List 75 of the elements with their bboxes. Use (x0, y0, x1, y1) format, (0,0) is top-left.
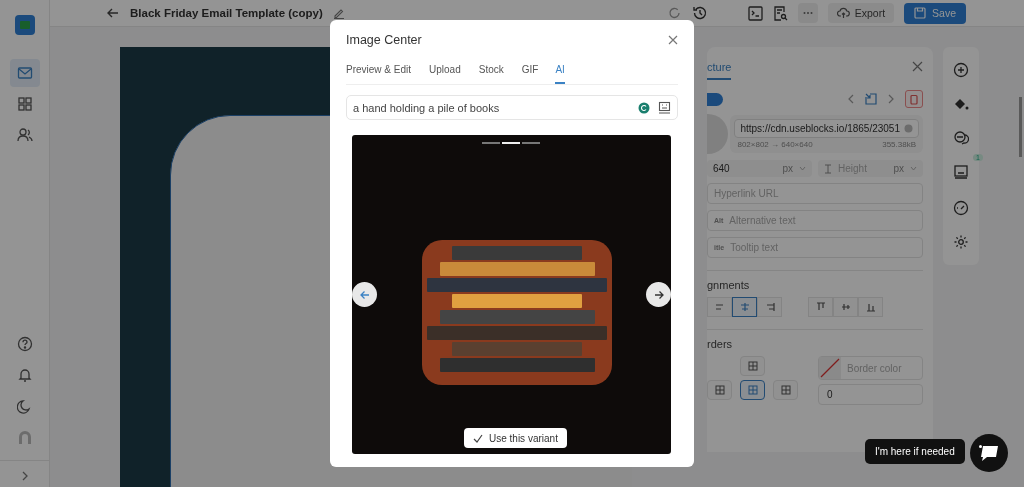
more-icon (802, 11, 813, 15)
cloud-upload-icon (836, 7, 850, 19)
dialog-tab[interactable]: Stock (478, 62, 512, 84)
app-logo-icon[interactable] (14, 15, 35, 35)
replace-image-icon[interactable] (865, 93, 877, 105)
align-button[interactable] (732, 297, 757, 317)
back-arrow-icon[interactable] (106, 6, 120, 20)
grammar-assistant-icon[interactable] (638, 101, 650, 114)
history-icon[interactable] (691, 5, 708, 21)
grid-icon (714, 385, 725, 395)
close-icon[interactable] (668, 35, 678, 45)
dropdown-chevron-icon[interactable] (799, 166, 806, 171)
export-button[interactable]: Export (827, 3, 895, 23)
grid-icon (747, 361, 758, 371)
prompt-field[interactable]: a hand holding a pile of books (346, 95, 678, 120)
check-icon (473, 433, 483, 443)
no-color-swatch-icon (819, 357, 841, 379)
dialog-tab[interactable]: GIF (521, 62, 547, 84)
chat-button[interactable] (970, 434, 1008, 472)
dialog-tab[interactable]: AI (555, 62, 565, 84)
arrow-left-icon (358, 288, 371, 301)
gauge-icon[interactable] (953, 200, 969, 216)
chevron-left-icon[interactable] (847, 94, 855, 104)
vertical-align-button[interactable] (858, 297, 883, 317)
add-icon[interactable] (953, 62, 969, 78)
align-icon (714, 302, 725, 312)
bell-icon[interactable] (16, 367, 33, 383)
chat-tooltip: I'm here if needed (865, 439, 965, 464)
template-icon[interactable] (658, 101, 671, 114)
dialog-tab[interactable]: Upload (429, 62, 469, 84)
chat-bubble-icon (978, 444, 1000, 462)
settings-icon[interactable] (953, 234, 969, 250)
align-icon (764, 302, 775, 312)
vertical-align-icon (865, 302, 876, 312)
help-icon[interactable] (16, 336, 33, 352)
vertical-align-button[interactable] (833, 297, 858, 317)
moon-icon[interactable] (16, 398, 33, 414)
vertical-align-icon (815, 302, 826, 312)
close-icon[interactable] (912, 61, 923, 72)
image-url-field[interactable]: https://cdn.useblocks.io/1865/23051 (734, 119, 919, 138)
align-icon (739, 302, 750, 312)
width-field[interactable]: 640 px (707, 160, 812, 177)
trash-icon (909, 93, 919, 105)
preview-document-icon[interactable] (772, 5, 788, 21)
arrow-right-icon (652, 288, 665, 301)
border-side-button[interactable] (740, 380, 765, 400)
template-title: Black Friday Email Template (copy) (130, 7, 323, 19)
save-button[interactable]: Save (904, 2, 966, 24)
code-icon[interactable] (747, 5, 763, 21)
height-icon (824, 163, 832, 174)
previous-arrow-button[interactable] (352, 282, 377, 307)
panel-tab[interactable]: cture (707, 53, 732, 80)
border-width-field[interactable]: 0 (818, 384, 923, 405)
avatar-icon[interactable] (16, 429, 33, 445)
redo-icon[interactable] (667, 6, 682, 20)
grid-icon (780, 385, 791, 395)
vertical-align-icon (840, 302, 851, 312)
grid-icon (747, 385, 758, 395)
vertical-align-button[interactable] (808, 297, 833, 317)
use-variant-button[interactable]: Use this variant (464, 428, 567, 448)
chevron-right-icon[interactable] (887, 94, 895, 104)
comments-icon[interactable] (953, 130, 969, 146)
dropdown-chevron-icon[interactable] (910, 166, 917, 171)
mail-nav-icon[interactable] (9, 59, 40, 87)
next-arrow-button[interactable] (646, 282, 671, 307)
border-all-button[interactable] (740, 356, 765, 376)
dialog-title: Image Center (346, 33, 422, 47)
dialog-tab[interactable]: Preview & Edit (346, 62, 420, 84)
more-options-button[interactable] (797, 3, 818, 23)
section-heading: rders (707, 338, 734, 350)
delete-button[interactable] (905, 90, 923, 108)
section-heading: gnments (707, 279, 751, 291)
device-toggle[interactable] (707, 92, 723, 106)
edit-pencil-icon[interactable] (332, 7, 345, 19)
template-icon[interactable] (953, 164, 969, 180)
